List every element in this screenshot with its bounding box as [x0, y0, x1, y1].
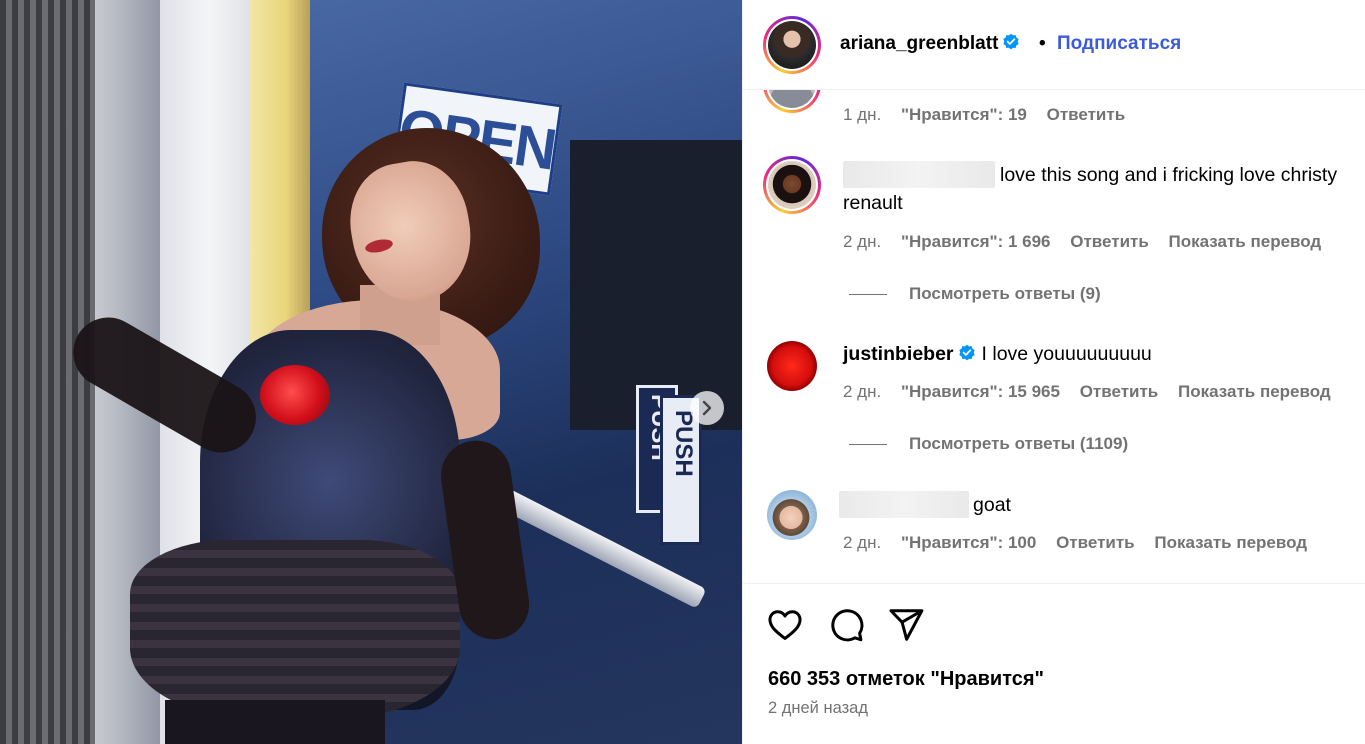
comment-likes-count[interactable]: "Нравится": 100	[901, 533, 1036, 552]
photo-person-legs	[165, 700, 385, 744]
share-icon[interactable]	[887, 606, 925, 644]
comment-text: goat	[973, 494, 1011, 516]
show-translation-button[interactable]: Показать перевод	[1154, 533, 1307, 552]
comment-text: I love youuuuuuuuu	[981, 343, 1152, 365]
reply-button[interactable]: Ответить	[1080, 382, 1159, 401]
likes-count[interactable]: 660 353 отметок "Нравится"	[768, 668, 1044, 691]
show-translation-button[interactable]: Показать перевод	[1178, 382, 1331, 401]
comment-meta: 2 дн. "Нравится": 1 696 Ответить Показат…	[843, 232, 1336, 252]
photo-person-skirt	[130, 540, 460, 720]
photo-push-sign-2-text: PUSH	[670, 410, 697, 477]
comment-time: 1 дн.	[843, 105, 882, 124]
author-avatar-image	[768, 21, 816, 69]
chevron-right-icon	[702, 400, 712, 416]
follow-button[interactable]: Подписаться	[1057, 33, 1181, 55]
post-header: ariana_greenblatt • Подписаться	[743, 0, 1365, 90]
comment-time: 2 дн.	[843, 382, 882, 401]
commenter-avatar-image	[768, 90, 816, 108]
commenter-avatar[interactable]	[767, 490, 817, 540]
comment-likes-count[interactable]: "Нравится": 19	[901, 105, 1027, 124]
comment-meta: 2 дн. "Нравится": 100 Ответить Показать …	[843, 533, 1322, 553]
comment-likes-count[interactable]: "Нравится": 1 696	[901, 232, 1051, 251]
commenter-avatar-image	[767, 490, 817, 540]
replies-divider-line	[849, 443, 887, 445]
post-side-panel: ariana_greenblatt • Подписаться 1 дн. "Н…	[742, 0, 1365, 744]
photo-rose	[260, 365, 330, 425]
replies-divider-line	[849, 293, 887, 295]
comment-likes-count[interactable]: "Нравится": 15 965	[901, 382, 1060, 401]
commenter-avatar-image	[767, 341, 817, 391]
view-replies-label: Посмотреть ответы (1109)	[909, 434, 1129, 453]
post-photo[interactable]: OPEN PUSH PUSH	[0, 0, 742, 744]
reply-button[interactable]: Ответить	[1070, 232, 1149, 251]
comment-meta: 1 дн. "Нравится": 19 Ответить	[843, 105, 1140, 125]
header-separator: •	[1039, 33, 1046, 54]
view-replies-button[interactable]: Посмотреть ответы (1109)	[849, 434, 1128, 454]
post-actions: 660 353 отметок "Нравится" 2 дней назад	[743, 583, 1365, 744]
commenter-avatar[interactable]	[763, 90, 821, 113]
comment-time: 2 дн.	[843, 232, 882, 251]
view-replies-label: Посмотреть ответы (9)	[909, 284, 1101, 303]
reply-button[interactable]: Ответить	[1056, 533, 1135, 552]
verified-badge-icon	[1003, 33, 1020, 50]
next-photo-button[interactable]	[690, 391, 724, 425]
commenter-avatar[interactable]	[767, 341, 817, 391]
comment-icon[interactable]	[827, 606, 865, 644]
commenter-avatar[interactable]	[763, 156, 821, 214]
author-username: ariana_greenblatt	[840, 33, 999, 54]
reply-button[interactable]: Ответить	[1047, 105, 1126, 124]
comments-list[interactable]: 1 дн. "Нравится": 19 Ответить love this …	[743, 90, 1365, 583]
heart-icon[interactable]	[766, 606, 804, 644]
view-replies-button[interactable]: Посмотреть ответы (9)	[849, 284, 1101, 304]
comment-body: goat	[839, 491, 1359, 519]
blurred-username	[843, 161, 995, 188]
comment-body: justinbieber I love youuuuuuuuu	[843, 340, 1363, 368]
comment-body: love this song and i fricking love chris…	[843, 161, 1363, 217]
blurred-username	[839, 491, 969, 518]
comment-time: 2 дн.	[843, 533, 882, 552]
comment-username[interactable]: justinbieber	[843, 343, 954, 365]
post-date[interactable]: 2 дней назад	[768, 699, 868, 718]
author-avatar[interactable]	[763, 16, 821, 74]
show-translation-button[interactable]: Показать перевод	[1169, 232, 1322, 251]
verified-badge-icon	[958, 344, 975, 361]
author-username-link[interactable]: ariana_greenblatt	[840, 33, 1020, 55]
commenter-avatar-image	[768, 161, 816, 209]
comment-meta: 2 дн. "Нравится": 15 965 Ответить Показа…	[843, 382, 1346, 402]
